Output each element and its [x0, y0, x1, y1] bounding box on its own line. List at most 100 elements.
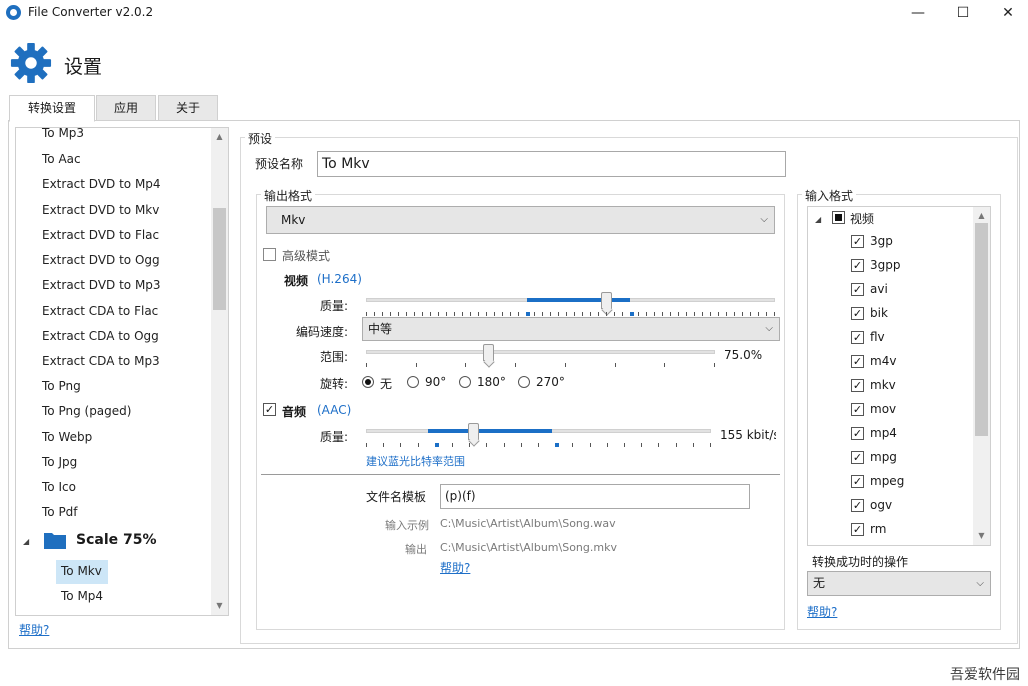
- format-checkbox-mp4[interactable]: ✓: [851, 427, 864, 440]
- list-item[interactable]: Extract DVD to Mp4: [42, 177, 161, 191]
- scroll-down-icon[interactable]: ▼: [211, 599, 228, 613]
- video-root-checkbox[interactable]: [832, 211, 845, 224]
- format-checkbox-bik[interactable]: ✓: [851, 307, 864, 320]
- list-item[interactable]: To Webp: [42, 430, 92, 444]
- audio-quality-slider-thumb[interactable]: [468, 423, 479, 440]
- audio-checkbox[interactable]: ✓: [263, 403, 276, 416]
- input-format-scrollbar[interactable]: ▲ ▼: [973, 207, 990, 545]
- list-item[interactable]: To Png: [42, 379, 81, 393]
- list-item-selected[interactable]: To Mkv: [61, 564, 102, 578]
- rotation-radio-270[interactable]: [518, 376, 530, 388]
- input-example-label: 输入示例: [385, 519, 429, 532]
- format-checkbox-ogv[interactable]: ✓: [851, 499, 864, 512]
- slider-tick: [422, 312, 423, 316]
- list-item[interactable]: Extract CDA to Flac: [42, 304, 158, 318]
- scroll-up-icon[interactable]: ▲: [973, 209, 990, 223]
- on-success-select[interactable]: 无 ⌵: [807, 571, 991, 596]
- preset-list[interactable]: To Mp3 To Aac Extract DVD to Mp4 Extract…: [15, 127, 229, 616]
- scale-ticks: [366, 363, 715, 368]
- format-checkbox-m4v[interactable]: ✓: [851, 355, 864, 368]
- audio-quality-recommended-range: [428, 429, 552, 433]
- input-format-tree[interactable]: ◢ 视频 ✓ 3gp ✓ 3gpp ✓ avi ✓ bik ✓ flv ✓ m4…: [807, 206, 991, 546]
- input-help-link[interactable]: 帮助?: [807, 603, 837, 620]
- format-checkbox-3gp[interactable]: ✓: [851, 235, 864, 248]
- audio-quality-value: 155 kbit/s: [720, 428, 776, 442]
- output-format-select[interactable]: Mkv ⌵: [266, 206, 775, 234]
- format-checkbox-mpeg[interactable]: ✓: [851, 475, 864, 488]
- format-label: 3gpp: [870, 258, 901, 272]
- rotation-radio-90[interactable]: [407, 376, 419, 388]
- collapse-arrow-icon[interactable]: ◢: [23, 537, 29, 546]
- preset-list-scrollbar[interactable]: ▲ ▼: [211, 128, 228, 615]
- filename-template-label: 文件名模板: [366, 490, 427, 504]
- list-item[interactable]: To Jpg: [42, 455, 77, 469]
- folder-label[interactable]: Scale 75%: [76, 532, 157, 548]
- scrollbar-thumb[interactable]: [975, 223, 988, 436]
- list-item[interactable]: To Pdf: [42, 505, 78, 519]
- scroll-down-icon[interactable]: ▼: [973, 529, 990, 543]
- slider-tick: [686, 312, 687, 316]
- slider-tick: [774, 312, 775, 316]
- slider-tick: [615, 363, 616, 367]
- scale-label: 范围:: [320, 350, 349, 364]
- scale-slider-track[interactable]: [366, 350, 715, 354]
- encoding-speed-select[interactable]: 中等 ⌵: [362, 317, 780, 341]
- format-checkbox-mkv[interactable]: ✓: [851, 379, 864, 392]
- list-item[interactable]: To Png (paged): [42, 404, 131, 418]
- slider-tick: [664, 363, 665, 367]
- slider-tick: [702, 312, 703, 316]
- rotation-option-label: 270°: [536, 375, 565, 389]
- scroll-up-icon[interactable]: ▲: [211, 130, 228, 144]
- format-checkbox-3gpp[interactable]: ✓: [851, 259, 864, 272]
- format-label: mov: [870, 402, 897, 416]
- scrollbar-thumb[interactable]: [213, 208, 226, 310]
- rotation-radio-none[interactable]: [362, 376, 374, 388]
- video-quality-slider-thumb[interactable]: [601, 292, 612, 309]
- slider-tick: [542, 312, 543, 316]
- advanced-mode-label: 高级模式: [282, 249, 331, 263]
- format-checkbox-avi[interactable]: ✓: [851, 283, 864, 296]
- slider-tick: [462, 312, 463, 316]
- tab-conversion-settings[interactable]: 转换设置: [9, 95, 95, 122]
- preset-help-link[interactable]: 帮助?: [19, 621, 49, 638]
- format-checkbox-mov[interactable]: ✓: [851, 403, 864, 416]
- scale-value: 75.0%: [724, 348, 763, 362]
- format-checkbox-mpg[interactable]: ✓: [851, 451, 864, 464]
- format-checkbox-rm[interactable]: ✓: [851, 523, 864, 536]
- slider-tick: [726, 312, 727, 316]
- list-item[interactable]: Extract CDA to Mp3: [42, 354, 160, 368]
- video-codec-label: (H.264): [317, 272, 362, 286]
- slider-tick: [598, 312, 599, 316]
- list-item[interactable]: To Aac: [42, 152, 81, 166]
- list-item[interactable]: Extract DVD to Flac: [42, 228, 159, 242]
- filename-template-input[interactable]: (p)(f): [440, 484, 750, 509]
- list-item[interactable]: Extract DVD to Mp3: [42, 278, 161, 292]
- tab-about[interactable]: 关于: [158, 95, 218, 121]
- list-item[interactable]: To Mp4: [61, 589, 103, 603]
- output-help-link[interactable]: 帮助?: [440, 559, 470, 576]
- slider-tick: [452, 443, 453, 447]
- output-format-value: Mkv: [281, 213, 306, 227]
- rotation-radio-180[interactable]: [459, 376, 471, 388]
- advanced-mode-checkbox[interactable]: [263, 248, 276, 261]
- video-quality-recommended-range: [527, 298, 630, 302]
- video-quality-label: 质量:: [320, 299, 349, 313]
- format-label: flv: [870, 330, 885, 344]
- slider-tick: [558, 312, 559, 316]
- list-item[interactable]: Extract DVD to Ogg: [42, 253, 160, 267]
- tab-application[interactable]: 应用: [96, 95, 156, 121]
- list-item[interactable]: Extract CDA to Ogg: [42, 329, 159, 343]
- format-checkbox-flv[interactable]: ✓: [851, 331, 864, 344]
- scale-slider-thumb[interactable]: [483, 344, 494, 361]
- list-item[interactable]: Extract DVD to Mkv: [42, 203, 159, 217]
- close-button[interactable]: ✕: [988, 0, 1028, 26]
- maximize-button[interactable]: ☐: [943, 0, 983, 26]
- preset-name-input[interactable]: To Mkv: [317, 151, 786, 177]
- minimize-button[interactable]: —: [898, 0, 938, 26]
- collapse-arrow-icon[interactable]: ◢: [815, 215, 821, 224]
- chevron-down-icon: ⌵: [765, 323, 773, 334]
- list-item[interactable]: To Mp3: [42, 128, 84, 140]
- slider-tick: [390, 312, 391, 316]
- video-section-label: 视频: [284, 274, 309, 288]
- list-item[interactable]: To Ico: [42, 480, 76, 494]
